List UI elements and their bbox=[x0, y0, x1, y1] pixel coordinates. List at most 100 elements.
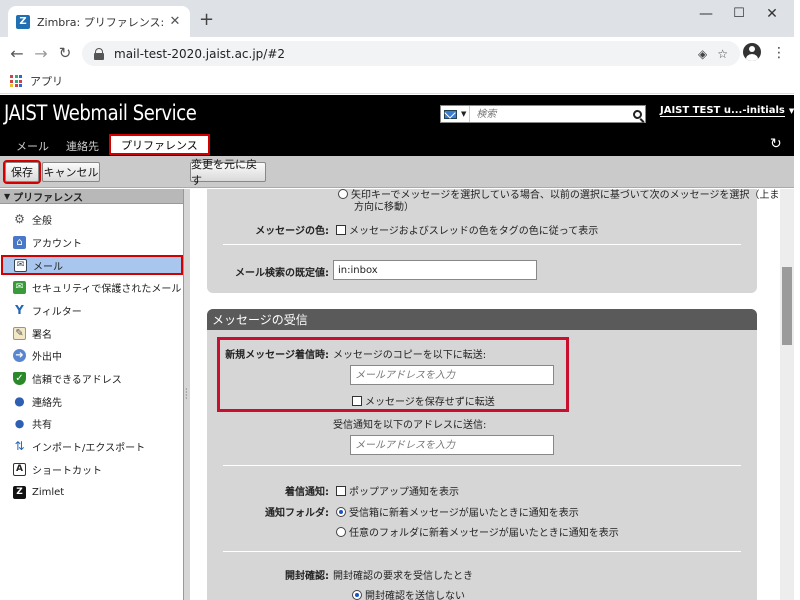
message-color-checkbox[interactable] bbox=[336, 225, 346, 235]
sidebar-item-account[interactable]: ⌂ アカウント bbox=[0, 232, 184, 252]
search-icon bbox=[632, 109, 642, 119]
notify-inbox-text: 受信箱に新着メッセージが届いたときに通知を表示 bbox=[349, 508, 579, 519]
bookmark-apps[interactable]: アプリ bbox=[30, 73, 63, 89]
notify-address-text: 受信通知を以下のアドレスに送信: bbox=[333, 420, 487, 431]
notify-inbox-radio[interactable] bbox=[336, 507, 346, 517]
mail-icon: ✉ bbox=[14, 258, 27, 272]
divider bbox=[223, 551, 741, 552]
notify-any-folder-option[interactable]: 任意のフォルダに新着メッセージが届いたときに通知を表示 bbox=[336, 524, 619, 539]
search-box: ▼ bbox=[440, 105, 646, 123]
sidebar-item-out-of-office[interactable]: ➜ 外出中 bbox=[0, 345, 184, 365]
back-arrow-icon[interactable]: ← bbox=[7, 43, 27, 63]
share-icon: ● bbox=[14, 416, 25, 430]
url-text[interactable]: mail-test-2020.jaist.ac.jp/#2 bbox=[114, 47, 688, 61]
address-bar[interactable]: mail-test-2020.jaist.ac.jp/#2 ◈ ☆ bbox=[82, 41, 740, 66]
window-close-icon[interactable]: ✕ bbox=[757, 6, 787, 22]
reload-icon[interactable]: ↻ bbox=[55, 43, 75, 63]
sidebar-item-label: Zimlet bbox=[32, 486, 65, 498]
sidebar-item-signatures[interactable]: ✎ 署名 bbox=[0, 323, 184, 343]
vertical-scrollbar[interactable] bbox=[780, 189, 794, 600]
user-menu[interactable]: JAIST TEST u...-initials ▼ bbox=[660, 105, 794, 117]
search-button[interactable] bbox=[629, 106, 645, 122]
forward-arrow-icon[interactable]: → bbox=[31, 43, 51, 63]
popup-notification-checkbox[interactable] bbox=[336, 486, 346, 496]
zimbra-header: JAIST Webmail Service ▼ JAIST TEST u...-… bbox=[0, 95, 800, 133]
splitter-grip-icon[interactable]: · · · · bbox=[185, 386, 188, 403]
sidebar-item-label: 署名 bbox=[32, 329, 52, 341]
sidebar-item-mail[interactable]: ✉ メール bbox=[1, 255, 183, 275]
browser-tab[interactable]: Z Zimbra: プリファレンス: メール ✕ bbox=[8, 6, 190, 37]
message-color-text: メッセージおよびスレッドの色をタグの色に従って表示 bbox=[349, 226, 599, 237]
popup-notification-text: ポップアップ通知を表示 bbox=[349, 487, 459, 498]
app-tabbar: メール 連絡先 プリファレンス ↻ bbox=[0, 133, 800, 156]
sidebar-item-zimlets[interactable]: Z Zimlet bbox=[0, 482, 184, 502]
tab-contacts[interactable]: 連絡先 bbox=[66, 136, 99, 155]
search-input[interactable] bbox=[470, 106, 629, 122]
popup-notification-option[interactable]: ポップアップ通知を表示 bbox=[336, 483, 459, 498]
sidebar-item-label: メール bbox=[33, 261, 63, 273]
sidebar-item-import-export[interactable]: ⇅ インポート/エクスポート bbox=[0, 436, 184, 456]
gear-icon: ⚙ bbox=[14, 212, 25, 226]
maximize-icon[interactable]: ☐ bbox=[724, 6, 754, 21]
scrollbar-thumb[interactable] bbox=[782, 267, 792, 345]
sidebar-item-label: フィルター bbox=[32, 306, 82, 318]
sidebar-item-shortcuts[interactable]: A ショートカット bbox=[0, 459, 184, 479]
arrow-key-selection-option[interactable]: 矢印キーでメッセージを選択している場合、以前の選択に基づいて次のメッセージを選択… bbox=[338, 189, 780, 214]
new-tab-button[interactable]: + bbox=[199, 11, 214, 29]
lens-icon[interactable]: ◈ bbox=[698, 47, 707, 61]
read-receipt-option[interactable]: 開封確認を送信しない bbox=[352, 587, 465, 600]
import-export-icon: ⇅ bbox=[14, 439, 25, 453]
sidebar-item-contacts[interactable]: ● 連絡先 bbox=[0, 391, 184, 411]
browser-menu-icon[interactable]: ⋮ bbox=[772, 46, 786, 60]
zimbra-favicon-icon: Z bbox=[16, 14, 30, 29]
service-logo: JAIST Webmail Service bbox=[4, 101, 197, 125]
notify-any-folder-radio[interactable] bbox=[336, 527, 346, 537]
tab-close-icon[interactable]: ✕ bbox=[168, 14, 182, 29]
sidebar-header[interactable]: ▼ プリファレンス bbox=[0, 189, 183, 204]
notify-folder-label: 通知フォルダ: bbox=[265, 508, 329, 519]
divider bbox=[223, 465, 741, 466]
minimize-icon[interactable]: — bbox=[691, 6, 721, 22]
sidebar-item-label: アカウント bbox=[32, 238, 82, 250]
search-type-dropdown[interactable]: ▼ bbox=[441, 106, 471, 122]
browser-toolbar: ← → ↻ mail-test-2020.jaist.ac.jp/#2 ◈ ☆ … bbox=[0, 37, 800, 69]
default-search-input[interactable] bbox=[333, 260, 537, 280]
arrow-option-line1: 矢印キーでメッセージを選択している場合、以前の選択に基づいて次のメッセージを選択… bbox=[351, 190, 780, 201]
user-name: JAIST TEST u...-initials bbox=[660, 105, 785, 117]
message-color-label: メッセージの色: bbox=[255, 226, 329, 237]
apps-grid-icon[interactable] bbox=[10, 75, 22, 87]
contact-icon: ● bbox=[14, 394, 25, 408]
section-title: メッセージの受信 bbox=[207, 309, 757, 330]
save-button[interactable]: 保存 bbox=[3, 160, 41, 184]
action-toolbar: 保存 キャンセル 変更を元に戻す bbox=[0, 156, 800, 188]
sidebar-item-filters[interactable]: Y フィルター bbox=[0, 300, 184, 320]
notify-address-input[interactable] bbox=[350, 435, 554, 455]
shield-icon: ✓ bbox=[13, 371, 26, 385]
sidebar-item-label: セキュリティで保護されたメール bbox=[32, 283, 182, 295]
read-receipt-radio[interactable] bbox=[352, 590, 362, 600]
secure-mail-icon: ✉ bbox=[13, 280, 26, 294]
tab-mail[interactable]: メール bbox=[16, 136, 49, 155]
notify-inbox-option[interactable]: 受信箱に新着メッセージが届いたときに通知を表示 bbox=[336, 504, 579, 519]
sidebar-item-trusted-addresses[interactable]: ✓ 信頼できるアドレス bbox=[0, 368, 184, 388]
message-color-option[interactable]: メッセージおよびスレッドの色をタグの色に従って表示 bbox=[336, 222, 598, 237]
filter-icon: Y bbox=[15, 303, 24, 317]
profile-icon[interactable] bbox=[743, 43, 761, 61]
revert-button[interactable]: 変更を元に戻す bbox=[190, 158, 266, 187]
refresh-icon[interactable]: ↻ bbox=[770, 136, 782, 152]
sidebar-item-sharing[interactable]: ● 共有 bbox=[0, 413, 184, 433]
sidebar-item-general[interactable]: ⚙ 全般 bbox=[0, 209, 184, 229]
read-receipt-option-text: 開封確認を送信しない bbox=[365, 591, 465, 600]
tab-preferences[interactable]: プリファレンス bbox=[109, 134, 210, 155]
sidebar-item-secure-mail[interactable]: ✉ セキュリティで保護されたメール bbox=[0, 277, 184, 297]
sidebar-item-label: ショートカット bbox=[32, 465, 102, 477]
preferences-sidebar: ▼ プリファレンス ⚙ 全般 ⌂ アカウント ✉ メール ✉ セキュリティで保護… bbox=[0, 189, 184, 600]
cancel-button[interactable]: キャンセル bbox=[42, 162, 100, 182]
divider bbox=[223, 244, 741, 245]
bookmark-star-icon[interactable]: ☆ bbox=[717, 47, 728, 61]
sidebar-title: プリファレンス bbox=[13, 192, 83, 204]
sidebar-item-label: 外出中 bbox=[32, 351, 62, 363]
zimlet-icon: Z bbox=[13, 485, 26, 499]
arrow-selection-radio[interactable] bbox=[338, 189, 348, 199]
settings-content: 矢印キーでメッセージを選択している場合、以前の選択に基づいて次のメッセージを選択… bbox=[190, 189, 780, 600]
